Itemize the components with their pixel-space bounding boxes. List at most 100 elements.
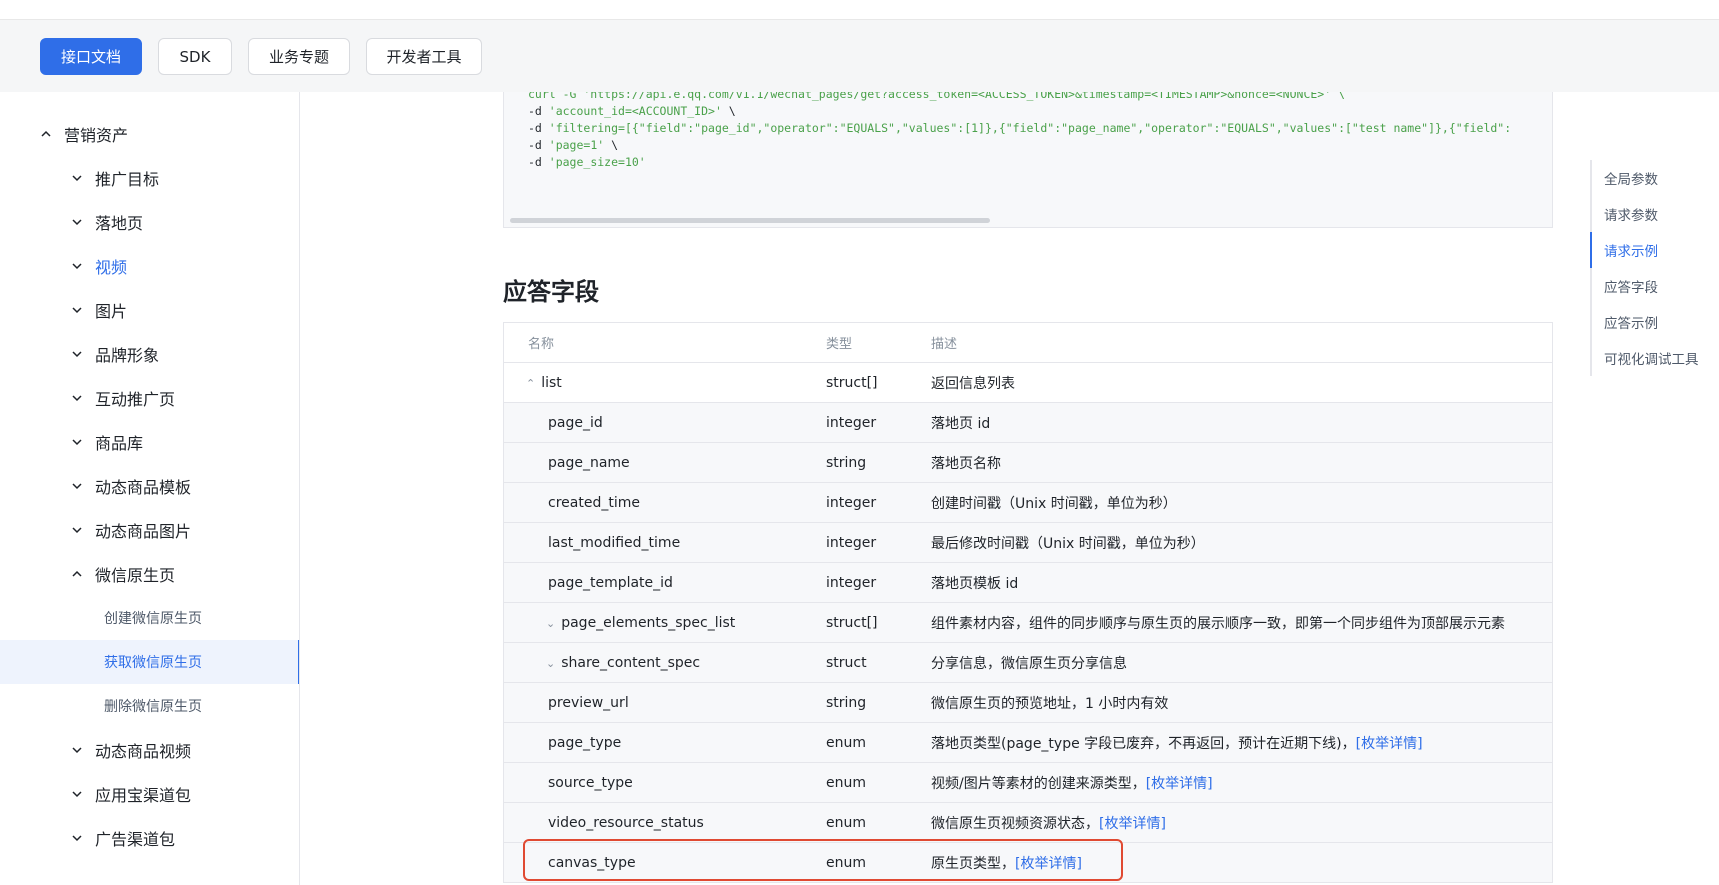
chevron-up-icon: [38, 126, 54, 142]
sidebar-item-label: 微信原生页: [95, 566, 176, 585]
row-type: enum: [826, 734, 866, 751]
chevron-down-icon: [69, 170, 85, 186]
sidebar-item-label: 动态商品视频: [95, 742, 192, 761]
row-type: struct: [826, 654, 867, 671]
row-type: integer: [826, 414, 877, 431]
chevron-down-icon[interactable]: ⌄: [546, 617, 555, 630]
row-type: struct[]: [826, 374, 878, 391]
row-name: last_modified_time: [548, 534, 681, 551]
table-row: canvas_type enum 原生页类型，[枚举详情]: [504, 843, 1552, 883]
header-type: 类型: [826, 337, 853, 352]
sidebar-subitem-create[interactable]: 创建微信原生页: [0, 596, 299, 640]
row-name: source_type: [548, 774, 633, 791]
header-nav: 接口文档 SDK 业务专题 开发者工具: [0, 20, 1719, 92]
sidebar-item-app-channel-package[interactable]: 应用宝渠道包: [0, 772, 299, 816]
toc-visual-debug-tool[interactable]: 可视化调试工具: [1592, 340, 1719, 376]
code-block: curl -G 'https://api.e.qq.com/v1.1/wecha…: [528, 92, 1511, 171]
chevron-down-icon: [69, 390, 85, 406]
enum-details-link[interactable]: [枚举详情]: [1356, 736, 1423, 752]
code-flag: -d: [528, 155, 549, 169]
tab-developer-tools[interactable]: 开发者工具: [366, 38, 482, 75]
enum-details-link[interactable]: [枚举详情]: [1099, 816, 1166, 832]
toc-request-example[interactable]: 请求示例: [1590, 232, 1719, 268]
toc-response-fields[interactable]: 应答字段: [1592, 268, 1719, 304]
sidebar-item-label: 互动推广页: [95, 390, 176, 409]
table-of-contents: 全局参数 请求参数 请求示例 应答字段 应答示例 可视化调试工具: [1590, 160, 1719, 376]
code-continuation: \: [604, 138, 619, 152]
table-header: 名称 类型 描述: [504, 323, 1552, 363]
sidebar-item-label: 动态商品图片: [95, 522, 192, 541]
toc-global-params[interactable]: 全局参数: [1592, 160, 1719, 196]
table-row[interactable]: ⌄ page_elements_spec_list struct[] 组件素材内容…: [504, 603, 1552, 643]
chevron-down-icon: [69, 742, 85, 758]
table-row: video_resource_status enum 微信原生页视频资源状态，[…: [504, 803, 1552, 843]
sidebar-item-label: 获取微信原生页: [104, 655, 202, 671]
enum-details-link[interactable]: [枚举详情]: [1146, 776, 1213, 792]
desc-text: 原生页类型，: [931, 855, 1015, 872]
sidebar-item-ad-channel-package[interactable]: 广告渠道包: [0, 816, 299, 860]
code-string: 'account_id=<ACCOUNT_ID>': [548, 104, 722, 118]
sidebar-item-label: 应用宝渠道包: [95, 786, 192, 805]
sidebar-item-label: 创建微信原生页: [104, 611, 202, 627]
table-row: last_modified_time integer 最后修改时间戳（Unix …: [504, 523, 1552, 563]
row-type: enum: [826, 814, 866, 831]
row-desc: 微信原生页的预览地址，1 小时内有效: [931, 695, 1169, 712]
sidebar-item-interactive-page[interactable]: 互动推广页: [0, 376, 299, 420]
chevron-up-icon[interactable]: ⌃: [526, 377, 535, 390]
enum-details-link[interactable]: [枚举详情]: [1015, 856, 1082, 872]
sidebar-item-landing-page[interactable]: 落地页: [0, 200, 299, 244]
table-row: page_name string 落地页名称: [504, 443, 1552, 483]
row-name: video_resource_status: [548, 814, 704, 831]
sidebar-item-brand-image[interactable]: 品牌形象: [0, 332, 299, 376]
chevron-up-icon: [69, 566, 85, 582]
chevron-down-icon: [69, 478, 85, 494]
field-name: list: [541, 374, 562, 391]
sidebar-item-promotion-goal[interactable]: 推广目标: [0, 156, 299, 200]
sidebar-item-product-library[interactable]: 商品库: [0, 420, 299, 464]
row-name: ⌄ page_elements_spec_list: [546, 615, 735, 631]
sidebar-item-label: 营销资产: [64, 126, 129, 145]
header-desc: 描述: [931, 337, 958, 352]
sidebar-item-image[interactable]: 图片: [0, 288, 299, 332]
sidebar-subitem-get[interactable]: 获取微信原生页: [0, 640, 299, 684]
row-desc: 分享信息，微信原生页分享信息: [931, 655, 1127, 672]
table-row[interactable]: ⌄ share_content_spec struct 分享信息，微信原生页分享信…: [504, 643, 1552, 683]
row-type: integer: [826, 574, 877, 591]
row-name: ⌃ list: [526, 375, 562, 391]
chevron-down-icon[interactable]: ⌄: [546, 657, 555, 670]
row-desc: 原生页类型，[枚举详情]: [931, 853, 1082, 873]
sidebar-item-dynamic-image[interactable]: 动态商品图片: [0, 508, 299, 552]
field-name: share_content_spec: [561, 654, 701, 671]
toc-response-example[interactable]: 应答示例: [1592, 304, 1719, 340]
code-flag: -d: [528, 104, 549, 118]
sidebar-item-label: 广告渠道包: [95, 830, 176, 849]
code-flag: -d: [528, 138, 549, 152]
row-desc: 返回信息列表: [931, 375, 1015, 392]
row-type: enum: [826, 854, 866, 871]
sidebar-item-video[interactable]: 视频: [0, 244, 299, 288]
sidebar-item-label: 图片: [95, 302, 128, 321]
tab-sdk[interactable]: SDK: [158, 38, 232, 75]
code-flag: -d: [528, 121, 549, 135]
tab-api-docs[interactable]: 接口文档: [40, 38, 142, 75]
sidebar-item-wechat-native-page[interactable]: 微信原生页: [0, 552, 299, 596]
toc-request-params[interactable]: 请求参数: [1592, 196, 1719, 232]
tab-business-topics[interactable]: 业务专题: [248, 38, 350, 75]
row-desc: 落地页名称: [931, 455, 1001, 472]
sidebar-item-marketing-assets[interactable]: 营销资产: [0, 112, 299, 156]
horizontal-scrollbar[interactable]: [510, 218, 990, 223]
chevron-down-icon: [69, 346, 85, 362]
sidebar-item-dynamic-video[interactable]: 动态商品视频: [0, 728, 299, 772]
sidebar-item-dynamic-template[interactable]: 动态商品模板: [0, 464, 299, 508]
table-row[interactable]: ⌃ list struct[] 返回信息列表: [504, 363, 1552, 403]
sidebar-subitem-delete[interactable]: 删除微信原生页: [0, 684, 299, 728]
code-example[interactable]: curl -G 'https://api.e.qq.com/v1.1/wecha…: [503, 92, 1553, 228]
header-name: 名称: [528, 337, 555, 352]
chevron-down-icon: [69, 786, 85, 802]
response-fields-table: 名称 类型 描述 ⌃ list struct[] 返回信息列表 page_id i…: [503, 322, 1553, 883]
row-name: ⌄ share_content_spec: [546, 655, 700, 671]
main-content: curl -G 'https://api.e.qq.com/v1.1/wecha…: [300, 92, 1590, 885]
row-type: integer: [826, 494, 877, 511]
table-row: created_time integer 创建时间戳（Unix 时间戳，单位为秒…: [504, 483, 1552, 523]
chevron-down-icon: [69, 302, 85, 318]
